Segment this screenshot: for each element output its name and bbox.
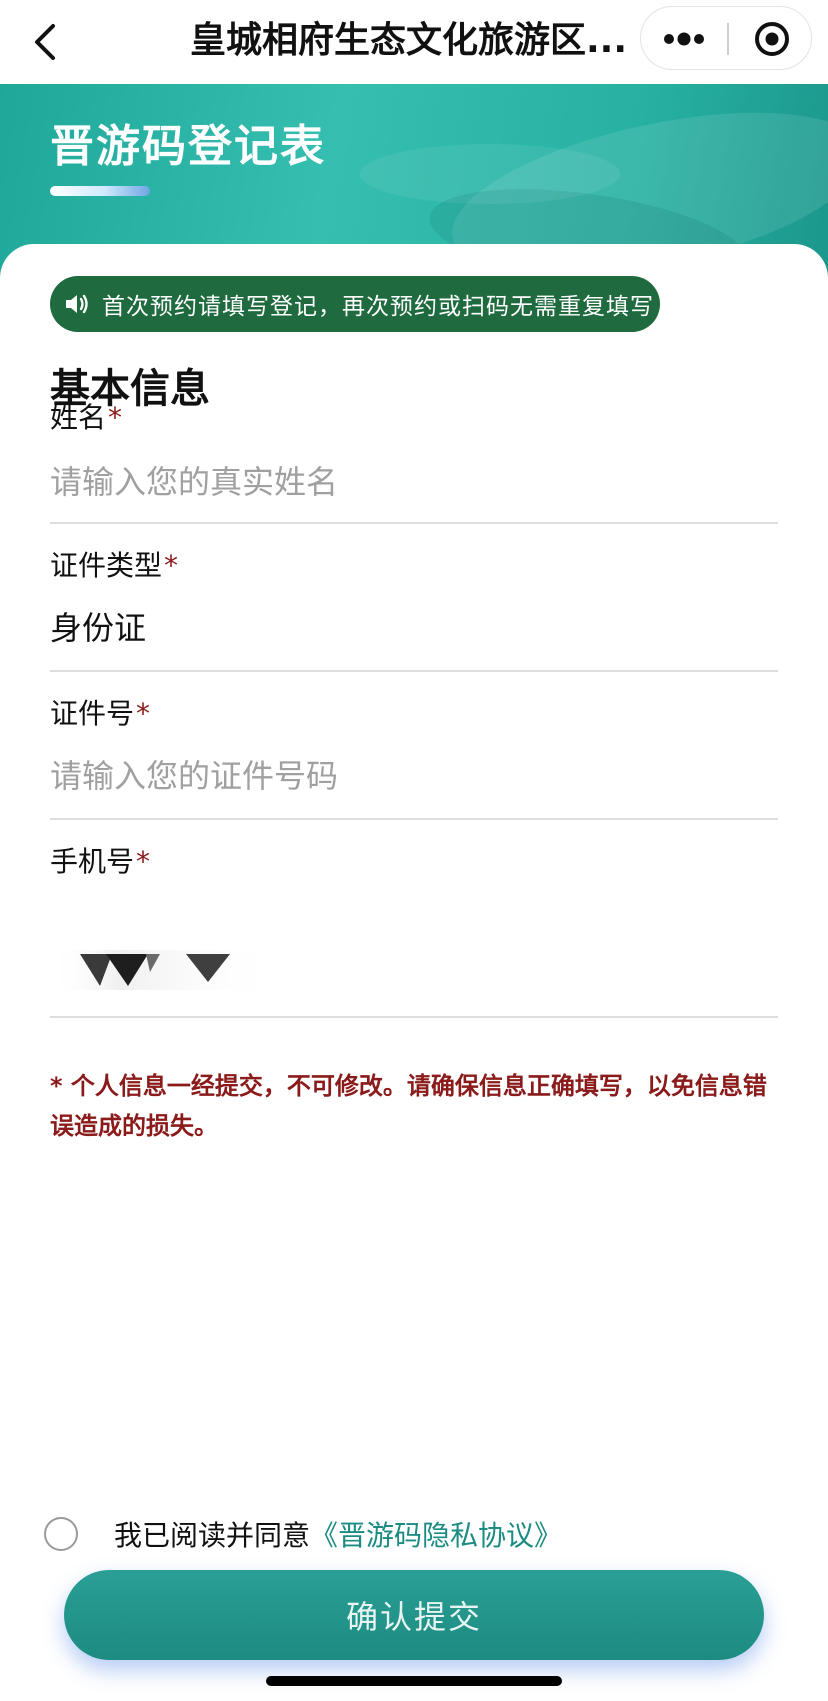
phone-label: 手机号* bbox=[50, 845, 151, 878]
redacted-phone-number bbox=[50, 950, 280, 990]
agreement-text: 我已阅读并同意 bbox=[114, 1519, 311, 1552]
form-card: 首次预约请填写登记，再次预约或扫码无需重复填写 基本信息 姓名* 请输入您的真实… bbox=[0, 244, 828, 1701]
required-mark: * bbox=[136, 845, 151, 878]
submit-button[interactable]: 确认提交 bbox=[64, 1570, 764, 1660]
title-underline bbox=[50, 186, 150, 196]
id-type-label: 证件类型* bbox=[50, 549, 179, 582]
more-dots-icon bbox=[664, 32, 704, 46]
page-title: 皇城相府生态文化旅游区... bbox=[190, 20, 628, 61]
banner-decoration bbox=[360, 144, 620, 204]
name-label: 姓名* bbox=[50, 401, 123, 434]
divider-line bbox=[50, 670, 778, 672]
close-miniprogram-button[interactable] bbox=[739, 7, 805, 71]
divider-line bbox=[50, 818, 778, 820]
miniprogram-close-icon bbox=[755, 22, 789, 56]
agreement-row: 我已阅读并同意 《晋游码隐私协议》 bbox=[44, 1512, 562, 1556]
home-indicator bbox=[266, 1676, 562, 1686]
id-number-label: 证件号* bbox=[50, 697, 151, 730]
phone-field: 手机号* bbox=[50, 842, 778, 1018]
agree-radio[interactable] bbox=[44, 1517, 78, 1551]
notice-text: 首次预约请填写登记，再次预约或扫码无需重复填写 bbox=[102, 294, 654, 320]
id-type-select[interactable]: 身份证 bbox=[50, 606, 778, 650]
required-mark: * bbox=[136, 697, 151, 730]
more-button[interactable] bbox=[651, 7, 717, 71]
warning-text: * 个人信息一经提交，不可修改。请确保信息正确填写，以免信息错误造成的损失。 bbox=[50, 1072, 767, 1140]
name-field: 姓名* 请输入您的真实姓名 bbox=[50, 398, 778, 524]
divider-line bbox=[50, 1016, 778, 1018]
privacy-policy-link[interactable]: 《晋游码隐私协议》 bbox=[310, 1514, 562, 1554]
phone-input[interactable] bbox=[50, 948, 280, 992]
banner-title: 晋游码登记表 bbox=[50, 121, 326, 172]
chevron-left-icon bbox=[35, 24, 55, 60]
capsule-divider bbox=[727, 23, 729, 55]
required-mark: * bbox=[108, 401, 123, 434]
notice-banner: 首次预约请填写登记，再次预约或扫码无需重复填写 bbox=[50, 276, 660, 332]
id-number-field: 证件号* 请输入您的证件号码 bbox=[50, 694, 778, 820]
miniprogram-capsule bbox=[640, 6, 812, 70]
required-mark: * bbox=[164, 549, 179, 582]
back-button[interactable] bbox=[18, 14, 74, 70]
navigation-bar: 皇城相府生态文化旅游区... bbox=[0, 0, 828, 84]
id-number-input[interactable]: 请输入您的证件号码 bbox=[50, 754, 778, 798]
divider-line bbox=[50, 522, 778, 524]
name-input[interactable]: 请输入您的真实姓名 bbox=[50, 460, 778, 504]
speaker-icon bbox=[62, 289, 92, 319]
id-type-field: 证件类型* 身份证 bbox=[50, 546, 778, 672]
